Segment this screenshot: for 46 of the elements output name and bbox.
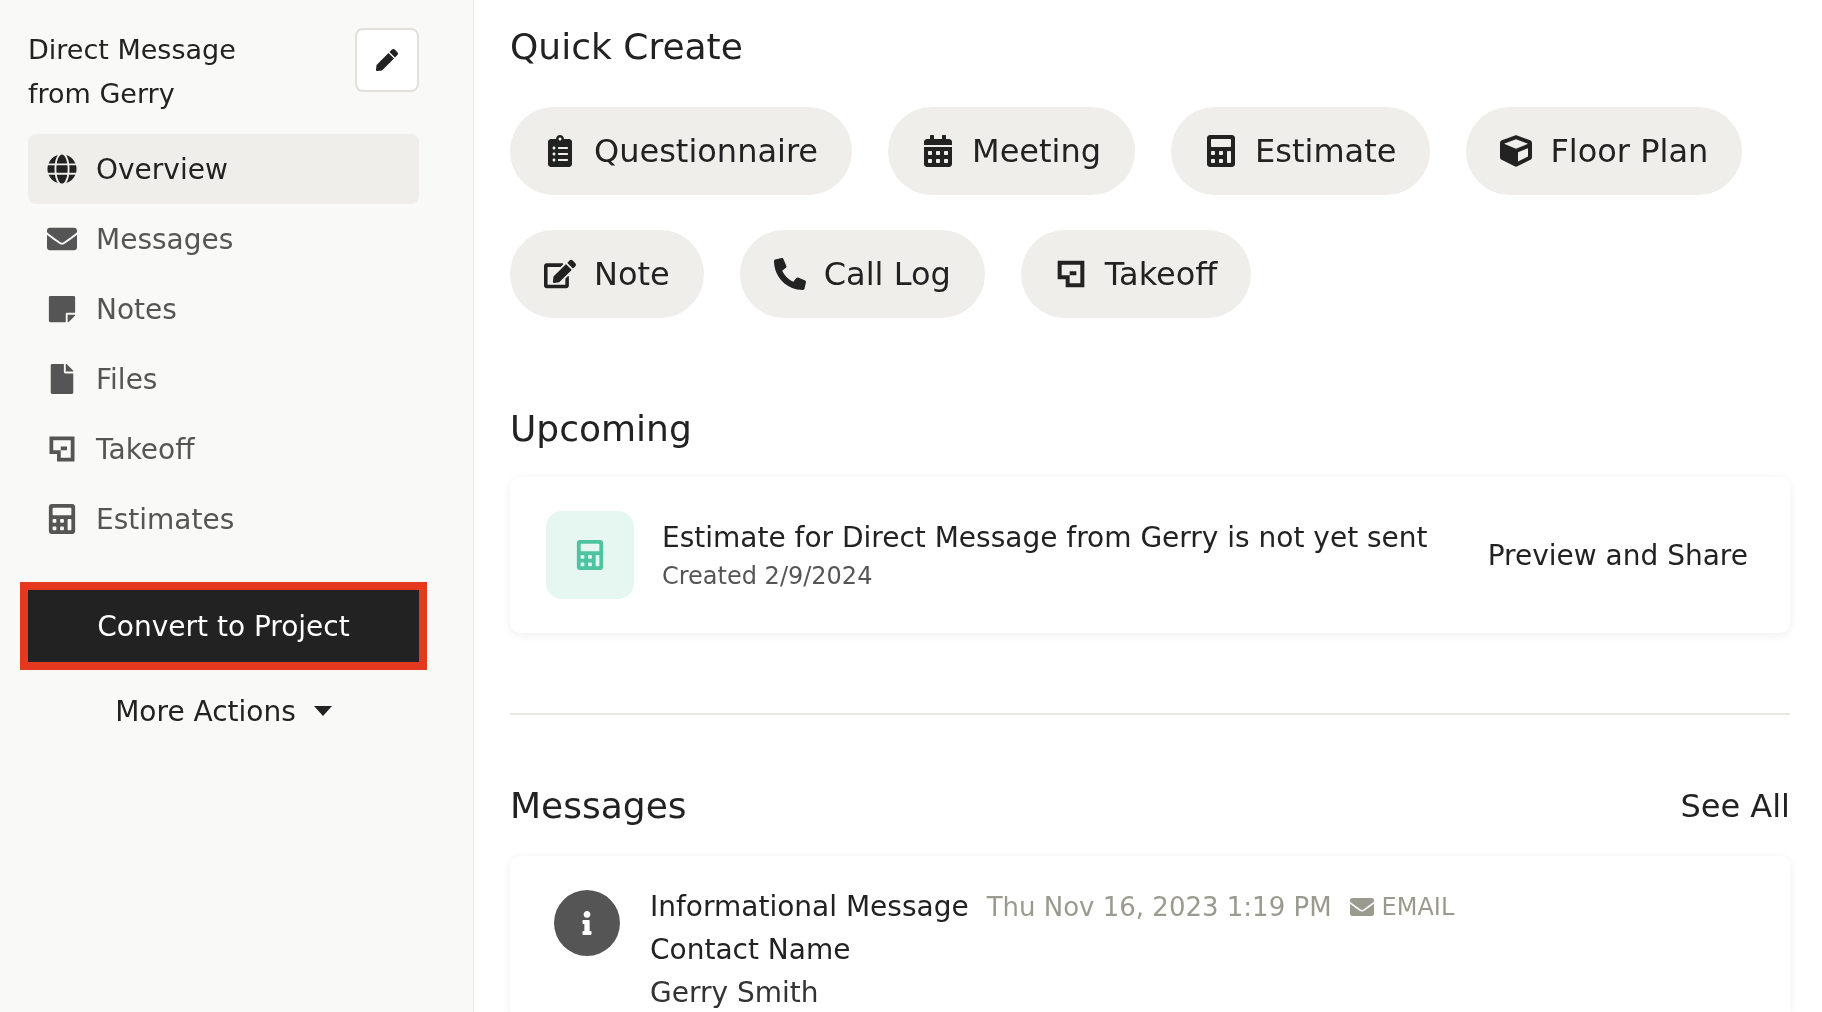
section-heading: Upcoming xyxy=(510,408,693,449)
globe-icon xyxy=(46,154,78,184)
quick-create-button[interactable]: Note xyxy=(510,230,704,318)
upcoming-date: Created 2/9/2024 xyxy=(662,561,874,590)
field-value: Gerry Smith xyxy=(650,976,820,1009)
section-heading: Quick Create xyxy=(510,26,744,67)
calendar-icon xyxy=(922,135,955,167)
nav-label: Takeoff xyxy=(96,432,195,466)
message-date: Thu Nov 16, 2023 1:19 PM xyxy=(986,891,1332,922)
nav-label: Files xyxy=(96,362,158,396)
quick-create-button[interactable]: Floor Plan xyxy=(1466,107,1743,195)
edit-icon xyxy=(544,258,576,290)
nav-label: Messages xyxy=(96,222,234,256)
cube-icon xyxy=(1500,135,1533,167)
phone-icon xyxy=(773,258,806,290)
calculator-icon xyxy=(546,511,634,599)
nav-item[interactable]: Files xyxy=(28,344,419,414)
calculator-icon xyxy=(46,504,78,534)
field-label: Contact Name xyxy=(650,933,852,966)
quick-create-button[interactable]: Call Log xyxy=(739,230,985,318)
upcoming-title: Estimate for Direct Message from Gerry is not yet sent xyxy=(662,520,1429,554)
message-title: Informational Message xyxy=(650,890,969,923)
convert-button[interactable]: Convert to Project xyxy=(20,582,427,670)
nav-label: Estimates xyxy=(96,502,235,536)
pencil-icon xyxy=(376,49,398,71)
record-title: Direct Message from Gerry xyxy=(28,33,237,111)
quick-create-button[interactable]: Questionnaire xyxy=(510,107,853,195)
section-heading: Messages xyxy=(510,785,687,826)
nav-item[interactable]: Overview xyxy=(28,134,419,204)
nav-item[interactable]: Takeoff xyxy=(28,414,419,484)
quick-create-button[interactable]: Estimate xyxy=(1171,107,1431,195)
edit-button[interactable] xyxy=(355,28,419,92)
nav-label: Overview xyxy=(96,152,228,186)
nav-item[interactable]: Estimates xyxy=(28,484,419,554)
nav-item[interactable]: Messages xyxy=(28,204,419,274)
calculator-icon xyxy=(1205,135,1238,167)
note-icon xyxy=(46,294,78,324)
quick-create-button[interactable]: Takeoff xyxy=(1020,230,1252,318)
more-actions-button[interactable]: More Actions xyxy=(28,686,419,736)
preview-share-link[interactable]: Preview and Share xyxy=(1481,537,1754,573)
caret-icon xyxy=(313,706,332,716)
channel-label: EMAIL xyxy=(1381,892,1455,921)
see-all-link[interactable]: See All xyxy=(1680,786,1790,825)
quick-create-button[interactable]: Meeting xyxy=(888,107,1136,195)
nav-label: Notes xyxy=(96,292,177,326)
nav-item[interactable]: Notes xyxy=(28,274,419,344)
